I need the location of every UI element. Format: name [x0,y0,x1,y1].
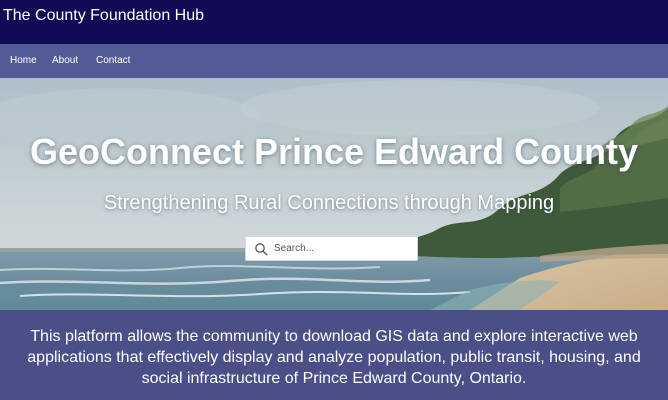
search-icon[interactable] [254,242,268,256]
hero-title: GeoConnect Prince Edward County [29,131,639,172]
hero-banner: GeoConnect Prince Edward County Strength… [0,78,668,310]
search-input[interactable] [274,239,414,258]
main-nav: Home About Contact [0,44,668,78]
description-text: This platform allows the community to do… [27,328,641,387]
nav-item-about[interactable]: About [52,54,78,68]
site-title[interactable]: The County Foundation Hub [3,6,204,26]
search-box[interactable] [245,236,418,261]
description-section: This platform allows the community to do… [0,310,668,400]
site-header: The County Foundation Hub [0,0,668,44]
nav-item-home[interactable]: Home [10,54,37,68]
nav-item-contact[interactable]: Contact [96,54,130,68]
hero-subtitle: Strengthening Rural Connections through … [103,192,555,214]
